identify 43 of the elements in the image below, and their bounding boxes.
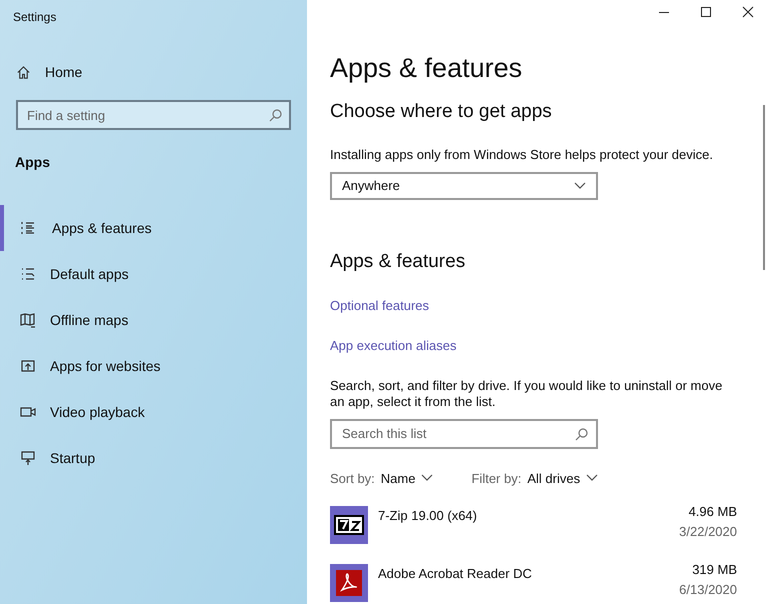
chevron-down-icon (574, 182, 586, 190)
search-field[interactable]: Find a setting (16, 100, 291, 130)
nav-item[interactable]: Apps for websites (0, 343, 307, 389)
maximize-icon[interactable] (700, 6, 712, 18)
startup-icon (20, 450, 36, 466)
nav-item[interactable]: Offline maps (0, 297, 307, 343)
nav-item[interactable]: Video playback (0, 389, 307, 435)
close-icon[interactable] (742, 6, 754, 18)
app-icon (330, 506, 368, 544)
app-name: Adobe Acrobat Reader DC (378, 565, 532, 583)
section-heading: Apps (15, 153, 50, 172)
filter-dropdown[interactable]: Filter by: All drives (471, 468, 598, 488)
chevron-down-icon (586, 474, 598, 482)
link[interactable]: App execution aliases (330, 336, 456, 356)
sort-dropdown[interactable]: Sort by: Name (330, 468, 434, 488)
description-text: Installing apps only from Windows Store helps protect your device. (330, 146, 713, 164)
list-icon (20, 220, 36, 236)
app-list-item[interactable]: Adobe Acrobat Reader DC 319 MB 6/13/2020 (330, 564, 737, 602)
list-icon (20, 266, 36, 282)
section-heading: Choose where to get apps (330, 100, 552, 124)
nav-item[interactable]: Default apps (0, 251, 307, 297)
list-search-field[interactable]: Search this list (330, 418, 598, 448)
description-text: Search, sort, and filter by drive. If you would like to uninstall or move an app, select it from the list. (330, 378, 724, 410)
home-nav-item[interactable]: Home (16, 62, 82, 83)
search-icon (269, 109, 282, 122)
window-title: Settings (13, 9, 56, 26)
source-dropdown[interactable]: Anywhere (330, 172, 598, 200)
link[interactable]: Optional features (330, 296, 430, 315)
section-heading: Apps & features (330, 250, 466, 274)
app-list-item[interactable]: 7-Zip 19.00 (x64) 4.96 MB 3/22/2020 (330, 506, 737, 544)
nav-item[interactable]: Startup (0, 435, 307, 481)
search-icon (575, 428, 588, 440)
install-date: 3/22/2020 (679, 523, 737, 541)
app-size: 319 MB (692, 561, 737, 579)
install-date: 6/13/2020 (679, 581, 737, 599)
window-upload-icon (20, 358, 36, 374)
app-size: 4.96 MB (688, 503, 737, 521)
map-icon (20, 312, 36, 328)
app-name: 7-Zip 19.00 (x64) (378, 507, 477, 525)
page-title: Apps & features (330, 52, 522, 85)
home-icon (16, 65, 31, 80)
scrollbar-thumb[interactable] (763, 105, 765, 270)
chevron-down-icon (421, 474, 434, 482)
